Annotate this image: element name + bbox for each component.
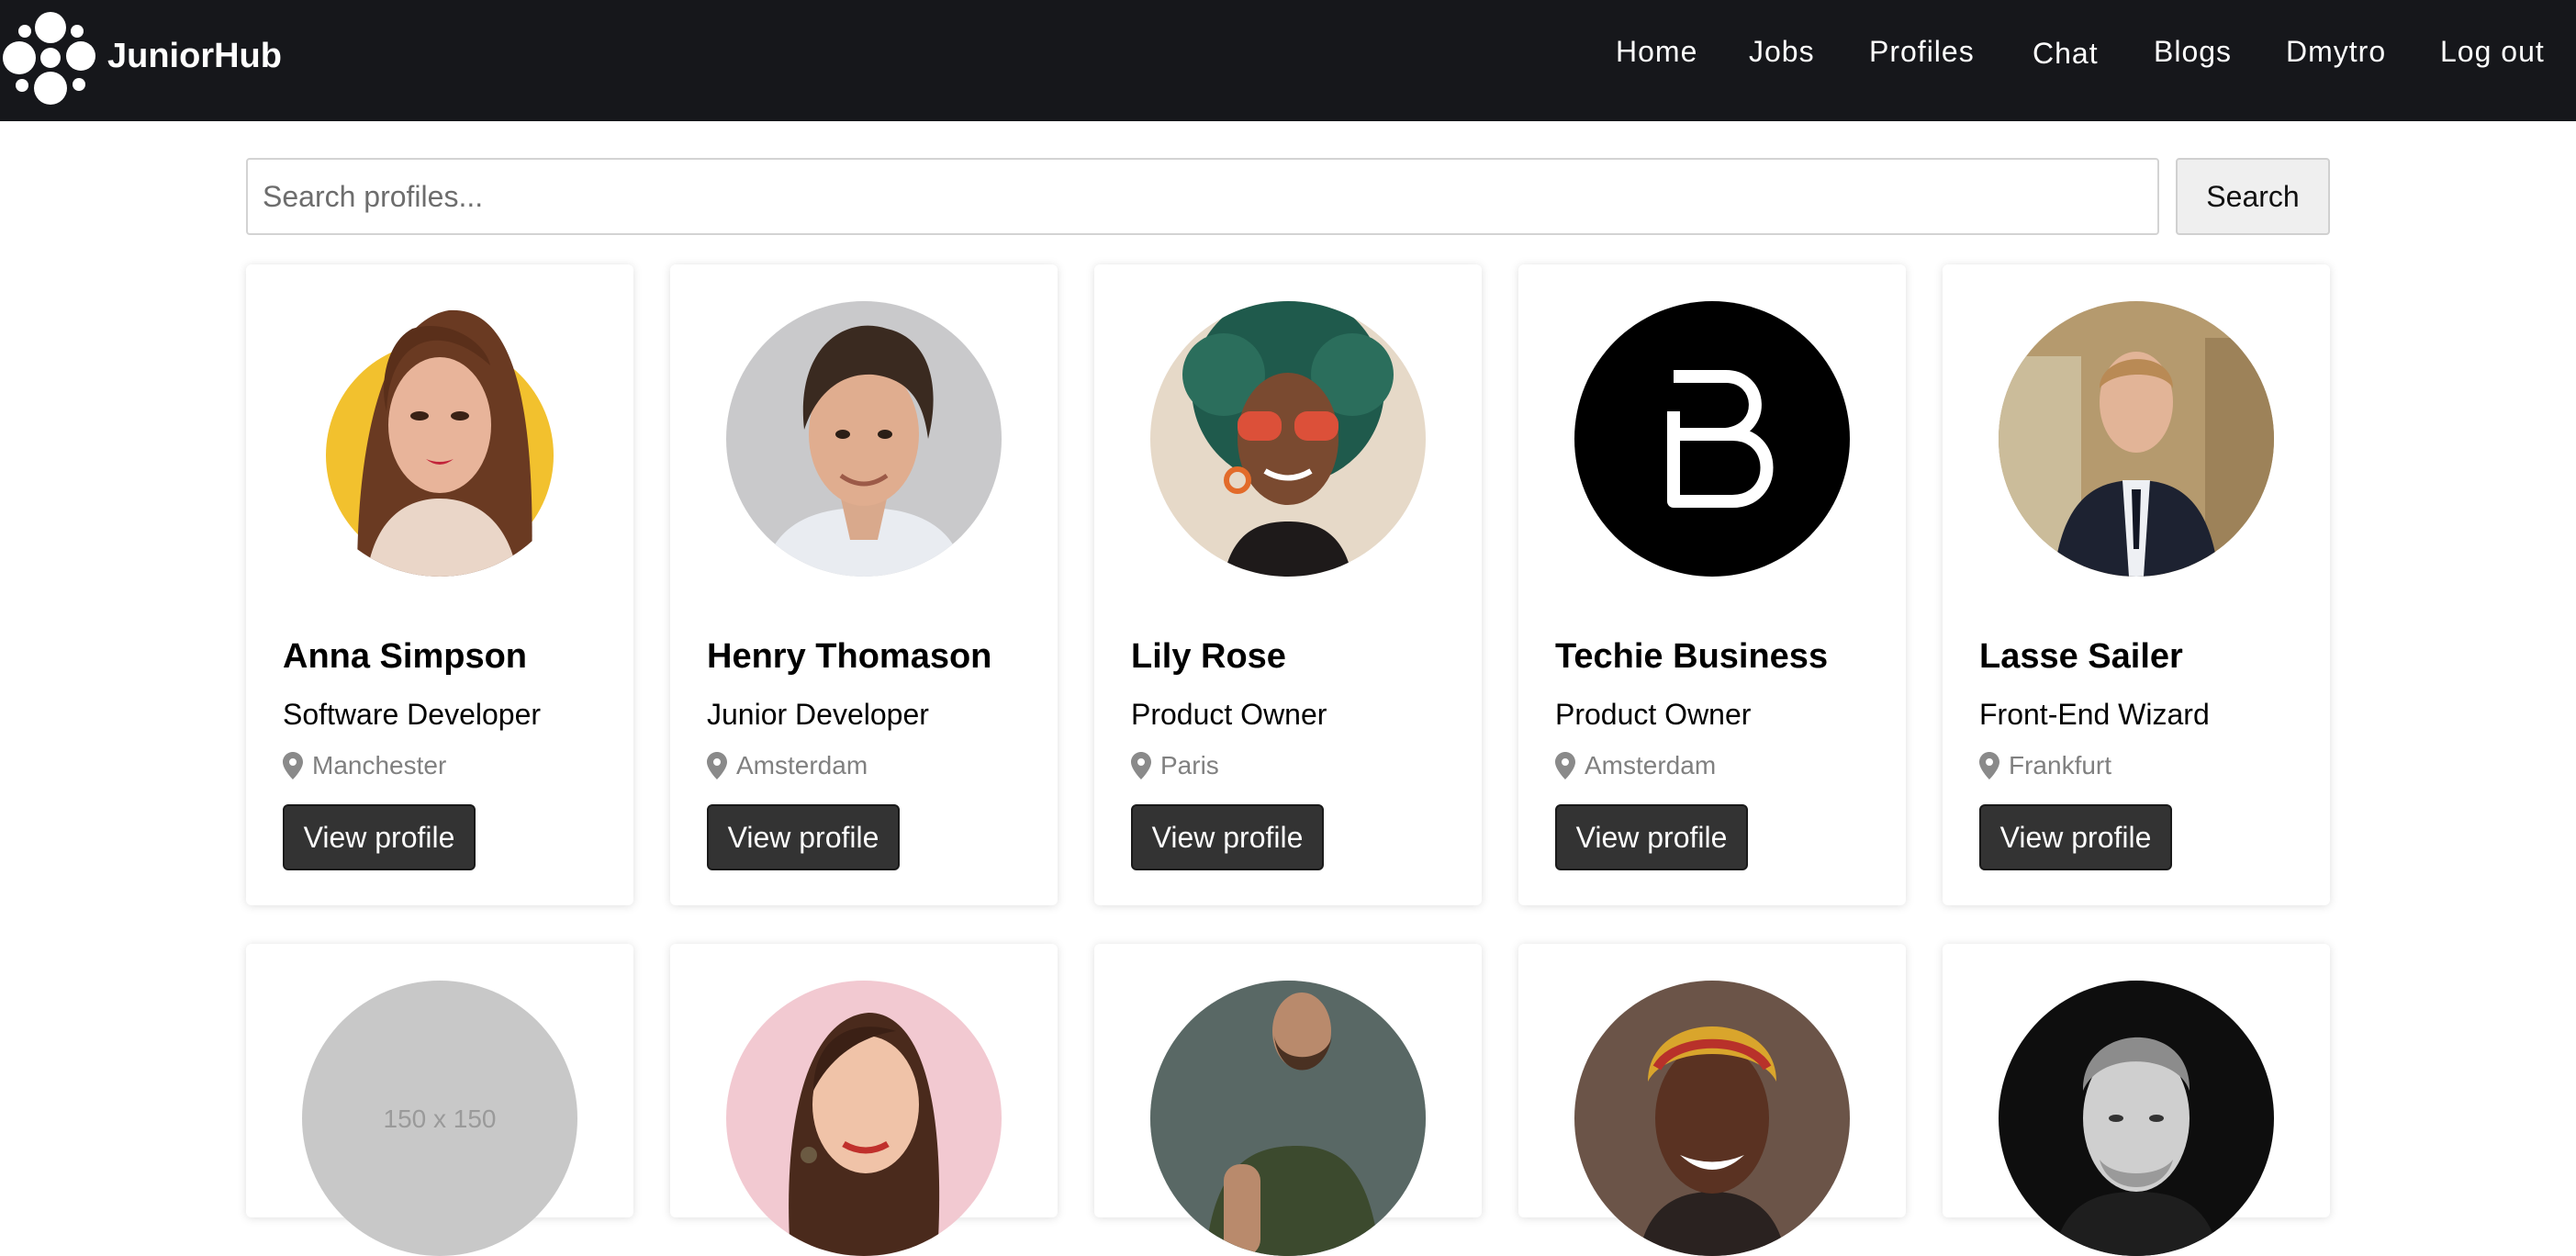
avatar [1150, 301, 1426, 577]
profile-role: Junior Developer [707, 698, 929, 731]
nav-link-blogs[interactable]: Blogs [2154, 35, 2232, 69]
profile-location-text: Manchester [312, 751, 447, 779]
profile-name: Henry Thomason [707, 637, 992, 676]
location-pin-icon [1555, 752, 1575, 779]
search-button[interactable]: Search [2176, 158, 2330, 235]
profile-role: Product Owner [1131, 698, 1327, 731]
placeholder-image-icon: 150 x 150 [302, 981, 577, 1256]
profile-location-text: Amsterdam [1585, 751, 1717, 779]
smiling-woman-headwrap-portrait-icon [1574, 981, 1850, 1256]
profile-card [1518, 944, 1906, 1256]
profile-location: Paris [1131, 751, 1219, 780]
profile-card: Anna Simpson Software Developer Manchest… [246, 264, 633, 905]
profile-location: Amsterdam [707, 751, 868, 780]
avatar [302, 301, 577, 577]
profile-role: Software Developer [283, 698, 542, 731]
profile-name: Techie Business [1555, 637, 1829, 676]
avatar [1999, 981, 2274, 1256]
view-profile-button[interactable]: View profile [707, 804, 900, 870]
avatar [1574, 981, 1850, 1256]
nav-link-user-dmytro[interactable]: Dmytro [2286, 35, 2386, 69]
profile-card: Henry Thomason Junior Developer Amsterda… [670, 264, 1058, 905]
avatar: 150 x 150 [302, 981, 577, 1256]
profile-card: 150 x 150 [246, 944, 633, 1256]
profile-card: Lily Rose Product Owner Paris View profi… [1094, 264, 1482, 905]
search-input[interactable] [246, 158, 2159, 235]
profile-name: Anna Simpson [283, 637, 528, 676]
brand-name: JuniorHub [107, 37, 282, 75]
profile-location-text: Frankfurt [2009, 751, 2112, 779]
profile-role: Product Owner [1555, 698, 1752, 731]
illustrated-woman-portrait-icon [302, 301, 577, 577]
profile-location: Frankfurt [1979, 751, 2111, 780]
avatar [726, 301, 1002, 577]
profile-card [1094, 944, 1482, 1256]
nav-link-jobs[interactable]: Jobs [1749, 35, 1815, 69]
placeholder-text: 150 x 150 [384, 1105, 497, 1133]
b-letter-logo-icon [1574, 301, 1850, 577]
location-pin-icon [283, 752, 303, 779]
profile-role: Front-End Wizard [1979, 698, 2210, 731]
woman-sunglasses-portrait-icon [1150, 301, 1426, 577]
profile-name: Lily Rose [1131, 637, 1286, 676]
location-pin-icon [1131, 752, 1151, 779]
nav-link-chat[interactable]: Chat [2033, 37, 2099, 71]
nav-link-log-out[interactable]: Log out [2440, 35, 2545, 69]
profile-location: Manchester [283, 751, 446, 780]
profile-card [1943, 944, 2330, 1256]
profile-card [670, 944, 1058, 1256]
view-profile-button[interactable]: View profile [1555, 804, 1748, 870]
profile-card: Techie Business Product Owner Amsterdam … [1518, 264, 1906, 905]
woman-pink-background-portrait-icon [726, 981, 1002, 1256]
view-profile-button[interactable]: View profile [1131, 804, 1324, 870]
view-profile-button[interactable]: View profile [1979, 804, 2172, 870]
nav-link-home[interactable]: Home [1616, 35, 1697, 69]
view-profile-button[interactable]: View profile [283, 804, 476, 870]
man-black-and-white-portrait-icon [1999, 981, 2274, 1256]
profile-location-text: Paris [1160, 751, 1219, 779]
nav-link-profiles[interactable]: Profiles [1869, 35, 1975, 69]
man-suit-portrait-icon [1999, 301, 2274, 577]
profile-name: Lasse Sailer [1979, 637, 2183, 676]
avatar [726, 981, 1002, 1256]
profile-card: Lasse Sailer Front-End Wizard Frankfurt … [1943, 264, 2330, 905]
navbar: JuniorHub Home Jobs Profiles Chat Blogs … [0, 0, 2576, 121]
avatar [1574, 301, 1850, 577]
avatar [1999, 301, 2274, 577]
location-pin-icon [707, 752, 727, 779]
man-portrait-icon [726, 301, 1002, 577]
profile-location: Amsterdam [1555, 751, 1716, 780]
avatar [1150, 981, 1426, 1256]
location-pin-icon [1979, 752, 1999, 779]
profile-location-text: Amsterdam [736, 751, 868, 779]
juniorhub-logo-icon [3, 12, 95, 105]
bearded-man-portrait-icon [1150, 981, 1426, 1256]
